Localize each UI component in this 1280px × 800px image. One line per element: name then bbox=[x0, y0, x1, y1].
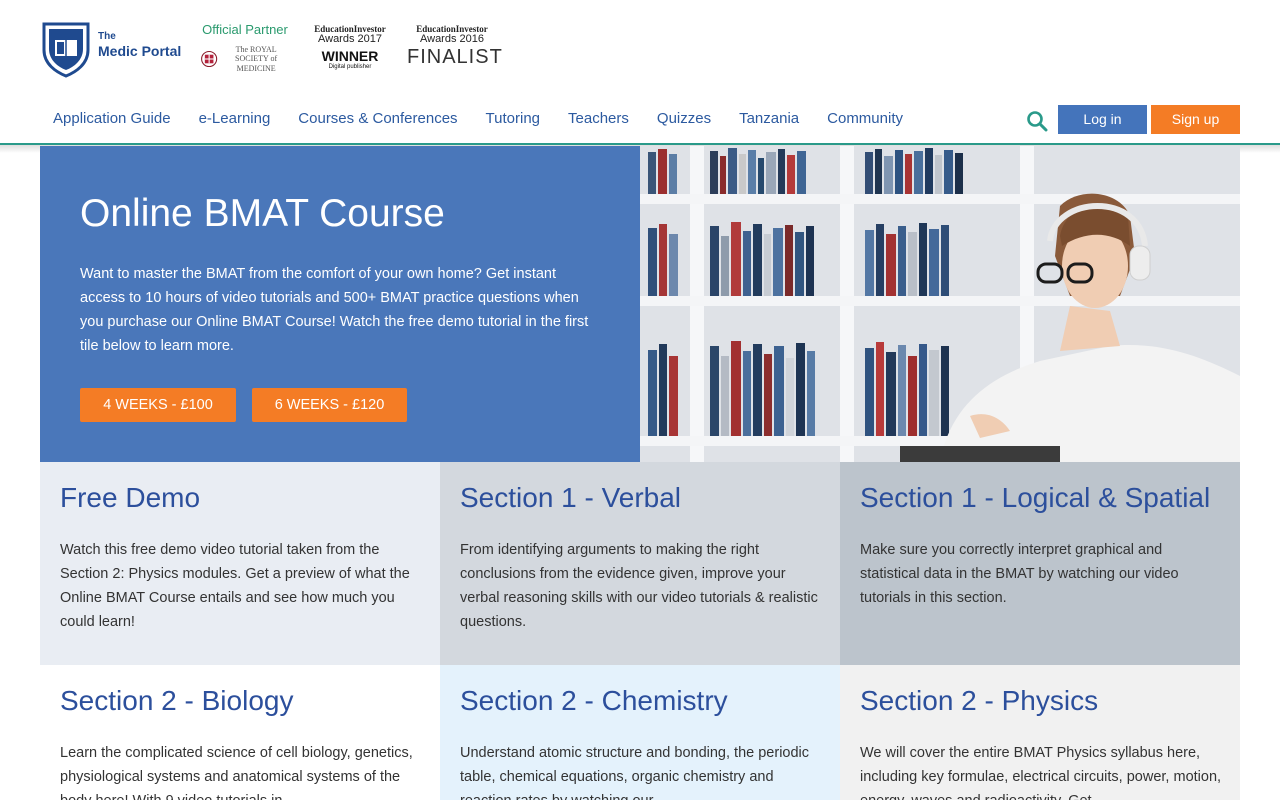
tile-text: We will cover the entire BMAT Physics sy… bbox=[860, 745, 1222, 800]
nav-e-learning[interactable]: e-Learning bbox=[199, 110, 271, 127]
tile-section1-verbal[interactable]: Section 1 - Verbal From identifying argu… bbox=[440, 462, 840, 665]
buy-6-weeks-button[interactable]: 6 WEEKS - £120 bbox=[252, 388, 407, 422]
award-2016-result: FINALIST bbox=[407, 45, 503, 68]
partner-crest-text: The ROYAL SOCIETY of MEDICINE bbox=[235, 45, 278, 73]
award-2016-badge: EducationInvestor Awards 2016 FINALIST bbox=[407, 24, 503, 68]
nav-courses-conferences[interactable]: Courses & Conferences bbox=[298, 110, 457, 127]
award-2017-sub: Digital publisher bbox=[328, 63, 372, 70]
tile-title: Section 1 - Verbal bbox=[460, 482, 682, 513]
nav-community[interactable]: Community bbox=[827, 110, 903, 127]
hero-description: Want to master the BMAT from the comfort… bbox=[80, 266, 589, 354]
tile-section2-physics[interactable]: Section 2 - Physics We will cover the en… bbox=[840, 665, 1240, 800]
award-2017-badge: EducationInvestor Awards 2017 WINNER Dig… bbox=[312, 24, 388, 70]
partner-label: Official Partner bbox=[202, 22, 288, 37]
royal-society-crest-icon bbox=[201, 50, 218, 68]
award-2016-year: Awards 2016 bbox=[419, 33, 484, 46]
tile-title: Section 2 - Chemistry bbox=[460, 685, 728, 716]
hero-image bbox=[640, 146, 1240, 462]
tile-title: Section 2 - Biology bbox=[60, 685, 294, 716]
official-partner-badge: Official Partner The ROYAL SOCIETY of ME… bbox=[200, 22, 290, 77]
nav-tanzania[interactable]: Tanzania bbox=[739, 110, 799, 127]
tile-title: Section 1 - Logical & Spatial bbox=[860, 482, 1211, 513]
medic-portal-logo[interactable]: The Medic Portal bbox=[40, 20, 181, 78]
tile-text: Understand atomic structure and bonding,… bbox=[460, 745, 810, 800]
shield-logo-icon bbox=[42, 22, 90, 78]
student-library-photo bbox=[640, 146, 1240, 462]
nav-application-guide[interactable]: Application Guide bbox=[53, 110, 171, 127]
nav-tutoring[interactable]: Tutoring bbox=[486, 110, 540, 127]
tile-title: Free Demo bbox=[60, 482, 201, 513]
search-icon[interactable] bbox=[1026, 110, 1048, 132]
tile-text: From identifying arguments to making the… bbox=[460, 542, 818, 630]
nav-teachers[interactable]: Teachers bbox=[568, 110, 629, 127]
site-header: The Medic Portal Official Partner The RO… bbox=[0, 0, 1280, 146]
logo-line1: The bbox=[98, 31, 116, 42]
logo-line2: Medic Portal bbox=[98, 43, 182, 59]
tile-title: Section 2 - Physics bbox=[860, 685, 1099, 716]
tile-section1-logical-spatial[interactable]: Section 1 - Logical & Spatial Make sure … bbox=[840, 462, 1240, 665]
login-button[interactable]: Log in bbox=[1058, 105, 1147, 134]
nav-quizzes[interactable]: Quizzes bbox=[657, 110, 711, 127]
main-nav: Application Guide e-Learning Courses & C… bbox=[53, 110, 931, 127]
signup-button[interactable]: Sign up bbox=[1151, 105, 1240, 134]
buy-4-weeks-button[interactable]: 4 WEEKS - £100 bbox=[80, 388, 236, 422]
tile-text: Learn the complicated science of cell bi… bbox=[60, 745, 413, 800]
award-2017-year: Awards 2017 bbox=[317, 33, 382, 46]
award-2017-result: WINNER bbox=[321, 47, 379, 64]
tile-section2-chemistry[interactable]: Section 2 - Chemistry Understand atomic … bbox=[440, 665, 840, 800]
tile-section2-biology[interactable]: Section 2 - Biology Learn the complicate… bbox=[40, 665, 440, 800]
tile-free-demo[interactable]: Free Demo Watch this free demo video tut… bbox=[40, 462, 440, 665]
hero-panel: Online BMAT Course Want to master the BM… bbox=[40, 146, 640, 462]
tile-text: Make sure you correctly interpret graphi… bbox=[860, 542, 1179, 606]
tile-text: Watch this free demo video tutorial take… bbox=[60, 542, 410, 630]
hero-title: Online BMAT Course bbox=[80, 192, 445, 235]
